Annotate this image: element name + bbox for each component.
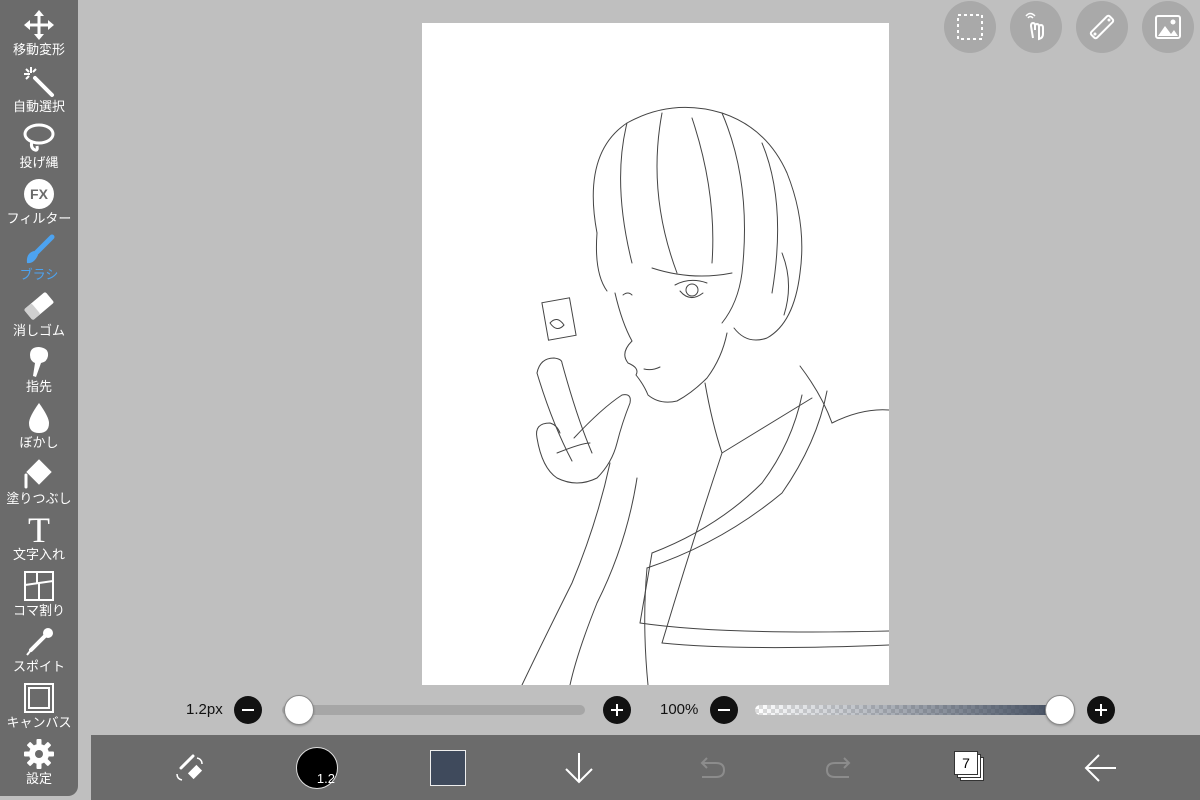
color-button[interactable]: [418, 735, 478, 800]
brush-size-button[interactable]: 1.2: [287, 735, 347, 800]
tool-label: フィルター: [6, 211, 72, 226]
touch-button[interactable]: [1010, 1, 1062, 53]
layers-button[interactable]: 7: [941, 735, 1001, 800]
magic-wand-icon: [22, 65, 56, 99]
opacity-knob[interactable]: [1045, 695, 1075, 725]
tool-frame[interactable]: コマ割り: [0, 565, 78, 621]
redo-icon: [825, 756, 851, 778]
tool-blur[interactable]: ぼかし: [0, 397, 78, 453]
tool-eyedropper[interactable]: スポイト: [0, 621, 78, 677]
layers-count: 7: [954, 750, 978, 775]
back-button[interactable]: [1071, 735, 1131, 800]
eraser-icon: [22, 289, 56, 323]
opacity-label: 100%: [660, 701, 699, 718]
frame-divide-icon: [22, 569, 56, 603]
tool-eraser[interactable]: 消しゴム: [0, 285, 78, 341]
brush-size-badge: 1.2: [316, 770, 335, 786]
ruler-icon: [1089, 14, 1115, 40]
tool-label: 移動変形: [12, 42, 65, 57]
tool-label: 指先: [25, 379, 52, 394]
line-art: [521, 106, 889, 685]
opacity-increase[interactable]: [1087, 696, 1115, 724]
canvas-icon: [22, 681, 56, 715]
tool-brush[interactable]: ブラシ: [0, 229, 78, 285]
water-drop-icon: [22, 401, 56, 435]
opacity-slider[interactable]: [755, 705, 1065, 715]
fx-icon: FX: [22, 177, 56, 211]
arrow-down-icon: [565, 752, 593, 783]
selection-icon: [957, 14, 983, 40]
bottom-bar: 1.2 7: [91, 735, 1200, 800]
arrow-left-icon: [1084, 753, 1116, 782]
tool-settings[interactable]: 設定: [0, 733, 78, 789]
bucket-icon: [22, 457, 56, 491]
undo-icon: [700, 756, 726, 778]
tool-lasso[interactable]: 投げ縄: [0, 117, 78, 173]
plus-icon: [1095, 704, 1107, 716]
tool-label: 設定: [25, 771, 52, 786]
opacity-decrease[interactable]: [710, 696, 738, 724]
tool-finger[interactable]: 指先: [0, 341, 78, 397]
plus-icon: [611, 704, 623, 716]
minus-icon: [718, 709, 730, 711]
ruler-button[interactable]: [1076, 1, 1128, 53]
gear-icon: [22, 737, 56, 771]
drawing-canvas[interactable]: [422, 23, 889, 685]
undo-button[interactable]: [680, 735, 740, 800]
tool-label: 消しゴム: [12, 323, 65, 338]
material-icon: [1155, 15, 1181, 39]
tool-canvas[interactable]: キャンバス: [0, 677, 78, 733]
tool-fill[interactable]: 塗りつぶし: [0, 453, 78, 509]
color-swatch: [430, 749, 466, 786]
brush-size-increase[interactable]: [603, 696, 631, 724]
selection-button[interactable]: [944, 1, 996, 53]
text-icon: T: [28, 510, 50, 550]
tool-label: キャンバス: [6, 715, 72, 730]
brush-eraser-swap-button[interactable]: [159, 735, 219, 800]
download-button[interactable]: [549, 735, 609, 800]
tool-filter[interactable]: FX フィルター: [0, 173, 78, 229]
brush-size-decrease[interactable]: [234, 696, 262, 724]
tool-label: 文字入れ: [12, 547, 65, 562]
material-button[interactable]: [1142, 1, 1194, 53]
tool-label: コマ割り: [12, 603, 65, 618]
tool-label: 塗りつぶし: [6, 491, 72, 506]
finger-icon: [22, 345, 56, 379]
redo-button[interactable]: [811, 735, 871, 800]
tool-label: 自動選択: [12, 99, 65, 114]
brush-size-label: 1.2px: [186, 701, 223, 718]
swap-tool-icon: [176, 754, 203, 781]
tool-label: 投げ縄: [19, 155, 59, 170]
brush-icon: [22, 233, 56, 267]
tool-text[interactable]: T 文字入れ: [0, 509, 78, 565]
layers-icon: 7: [954, 750, 988, 785]
minus-icon: [242, 709, 254, 711]
tool-move[interactable]: 移動変形: [0, 4, 78, 60]
tool-bar: 移動変形 自動選択 投げ縄 FX フィルター ブラシ 消しゴム 指先 ぼかし 塗…: [0, 0, 78, 796]
brush-size-circle: 1.2: [296, 746, 338, 789]
tool-label: ブラシ: [19, 267, 59, 282]
brush-size-knob[interactable]: [284, 695, 315, 725]
tool-label: ぼかし: [19, 435, 59, 450]
eyedropper-icon: [22, 625, 56, 659]
touch-icon: [1025, 12, 1044, 41]
move-icon: [22, 8, 56, 42]
tool-label: スポイト: [12, 659, 65, 674]
brush-size-slider[interactable]: [282, 705, 585, 715]
tool-magic-wand[interactable]: 自動選択: [0, 61, 78, 117]
lasso-icon: [22, 121, 56, 155]
